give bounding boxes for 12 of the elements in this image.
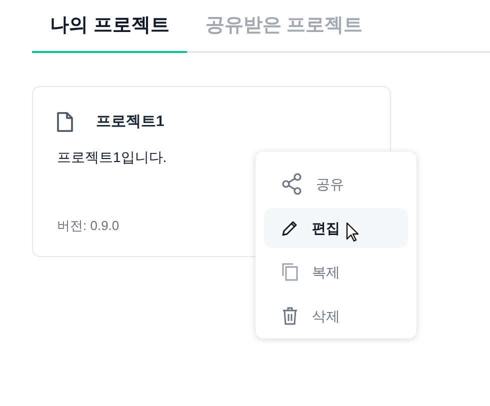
trash-icon (282, 307, 298, 325)
project-description: 프로젝트1입니다. (57, 148, 167, 167)
tab[interactable]: 나의 프로젝트 (32, 12, 188, 52)
mouse-cursor-icon (346, 222, 360, 242)
document-icon (57, 112, 73, 132)
menu-item[interactable]: 삭제 (264, 296, 408, 336)
copy-icon (282, 263, 298, 281)
menu-item[interactable]: 편집 (264, 208, 408, 248)
pencil-icon (282, 220, 298, 236)
version-label: 버전: 0.9.0 (57, 217, 120, 235)
share-icon (282, 173, 302, 195)
project-title: 프로젝트1 (96, 112, 164, 132)
